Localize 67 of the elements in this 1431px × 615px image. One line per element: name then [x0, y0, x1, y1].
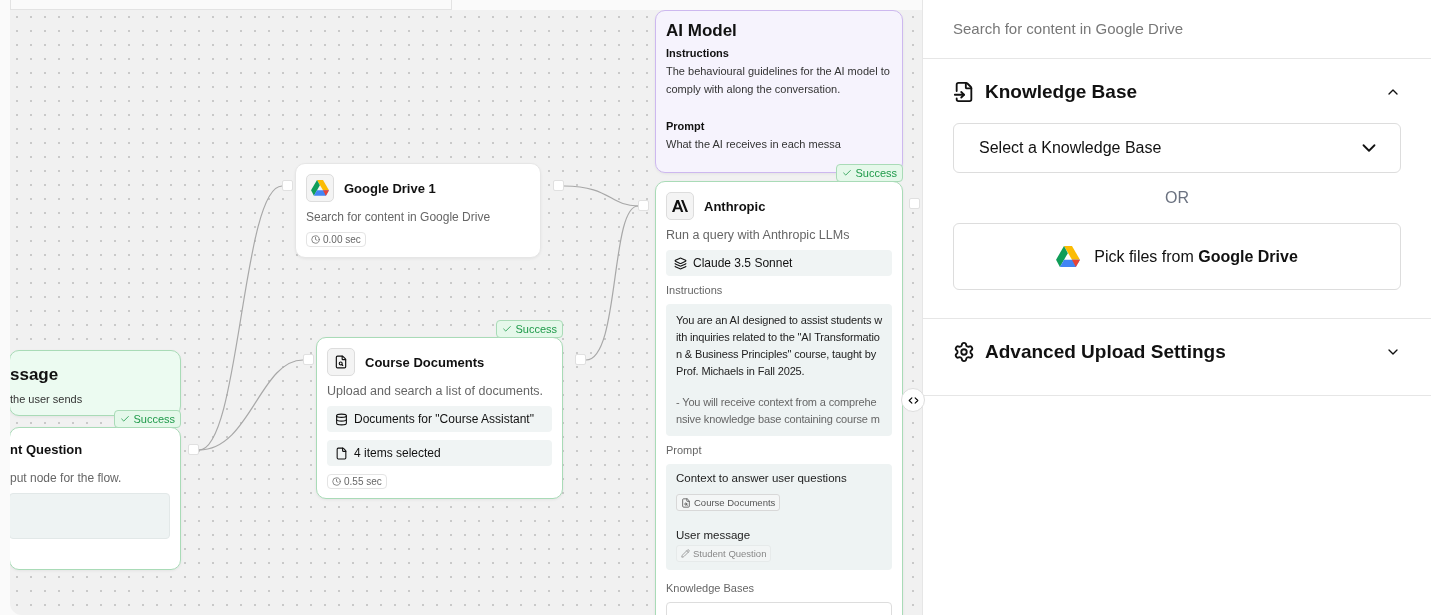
- gear-icon: [953, 341, 975, 363]
- section-description: What the AI receives in each messa: [666, 137, 842, 153]
- node-description: Search for content in Google Drive: [306, 210, 492, 224]
- model-selector[interactable]: Claude 3.5 Sonnet: [666, 250, 892, 276]
- node-setting[interactable]: 4 items selected: [327, 440, 552, 466]
- section-header[interactable]: Knowledge Base: [953, 77, 1401, 107]
- file-import-icon: [953, 81, 975, 103]
- variable-chip[interactable]: Course Documents: [676, 494, 781, 512]
- success-badge: Success: [836, 164, 903, 182]
- node-description: Upload and search a list of documents.: [327, 384, 545, 398]
- prompt-text: Context to answer user questions: [676, 472, 847, 485]
- check-icon: [842, 168, 853, 178]
- field-label: Prompt: [666, 444, 703, 457]
- flow-node[interactable]: Google Drive 1 Search for content in Google Drive 0.00 sec: [295, 163, 541, 258]
- success-badge: Success: [114, 410, 181, 428]
- node-title: nt Question: [10, 442, 84, 457]
- drive-icon: [1056, 246, 1081, 267]
- message-field[interactable]: [10, 493, 170, 539]
- flow-node[interactable]: [655, 181, 903, 615]
- node-description: Run a query with Anthropic LLMs: [666, 228, 851, 242]
- anthropic-logo-icon: [672, 200, 688, 212]
- field-label: Knowledge Bases: [666, 582, 756, 595]
- connection-handle[interactable]: [282, 180, 293, 191]
- check-icon: [502, 324, 513, 334]
- clock-icon: [311, 235, 320, 244]
- database-icon: [335, 412, 348, 426]
- duration-tag: 0.00 sec: [306, 232, 366, 247]
- connection-handle[interactable]: [575, 354, 586, 365]
- flow-node[interactable]: Course Documents Upload and search a list of documents. Documents for "Course Assistant" 4 items selected 0.55 sec: [316, 337, 563, 499]
- panel-description: Search for content in Google Drive: [923, 0, 1431, 59]
- or-divider: OR: [1164, 189, 1190, 207]
- instructions-text: - You will receive context from a comprehensive knowledge base containing course m: [676, 395, 881, 428]
- file-search-icon: [681, 497, 691, 508]
- section-header[interactable]: Advanced Upload Settings: [953, 337, 1401, 367]
- layers-icon: [674, 256, 687, 270]
- node-title: Anthropic: [704, 198, 766, 214]
- node-setting[interactable]: Documents for "Course Assistant": [327, 406, 552, 432]
- node-title: AI Model: [666, 21, 738, 41]
- node-description: put node for the flow.: [10, 471, 123, 485]
- knowledge-base-select[interactable]: Select a Knowledge Base: [953, 123, 1401, 173]
- prompt-text: User message: [676, 529, 751, 542]
- node-title: ssage: [10, 365, 60, 385]
- drive-icon: [311, 180, 329, 196]
- pick-files-button[interactable]: Pick files from Google Drive: [953, 223, 1401, 290]
- flow-node[interactable]: ssage the user sends: [10, 350, 181, 416]
- node-title: Google Drive 1: [344, 180, 436, 196]
- connection-handle[interactable]: [638, 200, 649, 211]
- file-icon: [335, 446, 348, 460]
- connection-handle[interactable]: [303, 354, 314, 365]
- pencil-icon: [681, 549, 690, 559]
- section-description: The behavioural guidelines for the AI model to comply with along the conversation.: [666, 64, 891, 97]
- duration-tag: 0.55 sec: [327, 474, 387, 489]
- connection-handle[interactable]: [553, 180, 564, 191]
- section-label: Instructions: [666, 47, 730, 59]
- prompt-field[interactable]: Context to answer user questions Course Documents User message Student Question: [666, 464, 892, 571]
- check-icon: [120, 414, 131, 424]
- instructions-text: You are an AI designed to assist students with inquiries related to the "AI Transformation & Business Principles" course, taught by Prof. Michaels in Fall 2025.: [676, 313, 882, 380]
- section-label: Prompt: [666, 120, 706, 133]
- success-badge: Success: [496, 320, 563, 338]
- file-search-icon: [334, 355, 348, 369]
- flow-node[interactable]: nt Question put node for the flow.: [10, 427, 181, 570]
- field-label: Instructions: [666, 284, 724, 296]
- connection-handle[interactable]: [188, 444, 199, 455]
- clock-icon: [332, 477, 341, 486]
- connection-handle[interactable]: [909, 198, 920, 209]
- node-description: the user sends: [10, 393, 84, 405]
- node-title: Course Documents: [365, 354, 485, 370]
